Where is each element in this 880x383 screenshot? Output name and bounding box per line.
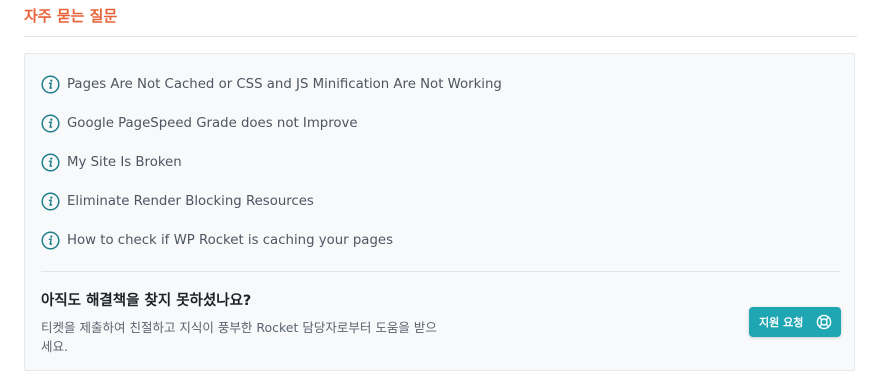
help-description: 티켓을 제출하여 친절하고 지식이 풍부한 Rocket 담당자로부터 도움을 … xyxy=(41,320,437,354)
faq-item[interactable]: My Site Is Broken xyxy=(41,152,502,172)
faq-item[interactable]: Pages Are Not Cached or CSS and JS Minif… xyxy=(41,74,502,94)
section-divider xyxy=(24,36,857,37)
page: 자주 묻는 질문 Pages Are Not Cached or CSS and… xyxy=(0,0,880,383)
support-request-label: 지원 요청 xyxy=(759,316,804,329)
section-title: 자주 묻는 질문 xyxy=(24,7,118,25)
faq-link[interactable]: My Site Is Broken xyxy=(67,155,182,170)
faq-list: Pages Are Not Cached or CSS and JS Minif… xyxy=(41,74,502,269)
support-request-button[interactable]: 지원 요청 xyxy=(749,307,841,337)
faq-panel: Pages Are Not Cached or CSS and JS Minif… xyxy=(24,53,855,371)
info-icon xyxy=(41,74,60,94)
faq-item[interactable]: Google PageSpeed Grade does not Improve xyxy=(41,113,502,133)
faq-link[interactable]: Google PageSpeed Grade does not Improve xyxy=(67,116,358,131)
faq-link[interactable]: Pages Are Not Cached or CSS and JS Minif… xyxy=(67,77,502,92)
faq-link[interactable]: Eliminate Render Blocking Resources xyxy=(67,194,314,209)
info-icon xyxy=(41,230,60,250)
help-heading: 아직도 해결책을 찾지 못하셨나요? xyxy=(41,293,252,309)
info-icon xyxy=(41,152,60,172)
faq-item[interactable]: How to check if WP Rocket is caching you… xyxy=(41,230,502,250)
faq-link[interactable]: How to check if WP Rocket is caching you… xyxy=(67,233,393,248)
panel-divider xyxy=(41,271,840,272)
info-icon xyxy=(41,191,60,211)
faq-item[interactable]: Eliminate Render Blocking Resources xyxy=(41,191,502,211)
info-icon xyxy=(41,113,60,133)
lifebuoy-icon xyxy=(816,314,832,330)
